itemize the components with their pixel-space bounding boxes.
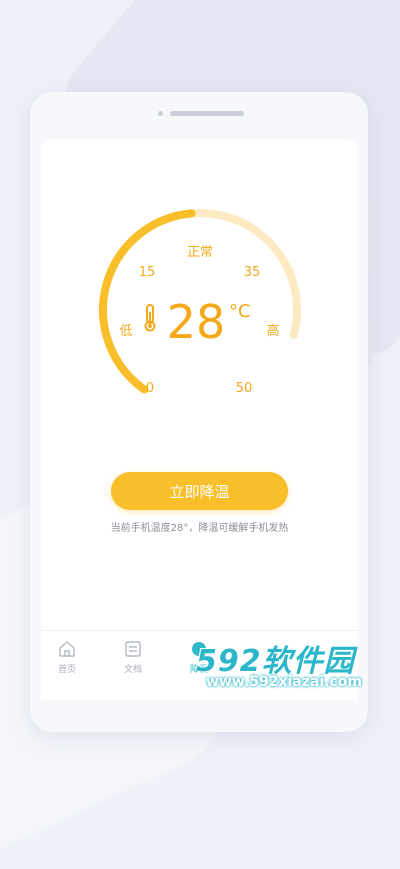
document-icon bbox=[125, 641, 141, 657]
tab-documents[interactable]: 文档 bbox=[108, 639, 158, 675]
tab-documents-label: 文档 bbox=[123, 665, 142, 675]
speaker-grille bbox=[170, 111, 244, 116]
low-label: 低 bbox=[119, 324, 132, 339]
site-watermark: 592软件园 www.592xiazai.com bbox=[196, 636, 400, 700]
watermark-url: www.592xiazai.com bbox=[206, 674, 362, 690]
app-screen: 正常 15 35 低 高 0 50 28 °C 立即降温 当前手机温度28°，降… bbox=[41, 139, 358, 700]
tick-label-35: 35 bbox=[244, 265, 261, 280]
gauge-status-label: 正常 bbox=[187, 245, 213, 260]
thermometer-icon bbox=[144, 304, 156, 332]
camera-dot bbox=[158, 111, 163, 116]
temperature-unit: °C bbox=[229, 301, 251, 322]
tab-home[interactable]: 首页 bbox=[42, 639, 92, 675]
tab-home-label: 首页 bbox=[57, 665, 76, 675]
tick-label-0: 0 bbox=[146, 381, 154, 396]
volume-button bbox=[368, 200, 372, 270]
temperature-gauge: 正常 15 35 低 高 0 50 28 °C bbox=[99, 209, 301, 396]
tick-label-15: 15 bbox=[139, 265, 156, 280]
temperature-value: 28 bbox=[167, 295, 226, 349]
power-button bbox=[368, 322, 372, 366]
tick-label-50: 50 bbox=[236, 381, 253, 396]
cool-down-button[interactable]: 立即降温 bbox=[111, 472, 288, 510]
temperature-hint: 当前手机温度28°，降温可缓解手机发热 bbox=[110, 523, 289, 534]
home-icon bbox=[59, 641, 75, 657]
high-label: 高 bbox=[266, 323, 279, 339]
